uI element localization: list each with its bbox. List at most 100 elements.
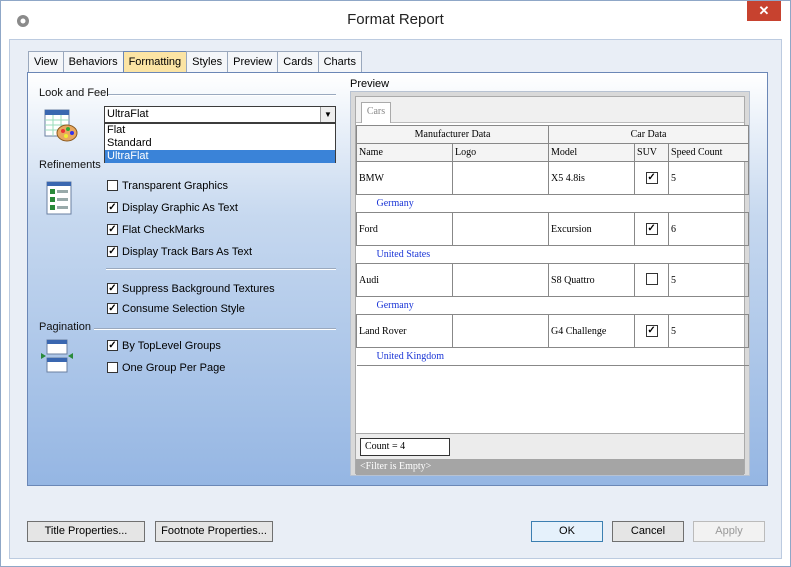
list-item[interactable]: United States [356,245,749,264]
tab-behaviors[interactable]: Behaviors [62,51,124,72]
checkbox-display-graphic-as-text[interactable]: ✓ Display Graphic As Text [107,200,238,215]
cancel-button[interactable]: Cancel [612,521,684,542]
checkbox-label: Display Graphic As Text [122,201,238,214]
refinements-label: Refinements [39,159,101,171]
cell-suv: ✓ [634,212,670,246]
ok-button[interactable]: OK [531,521,603,542]
tab-preview[interactable]: Preview [227,51,279,72]
title-properties-button[interactable]: Title Properties... [27,521,145,542]
table-row[interactable]: Ford Excursion ✓ 6 [356,212,750,246]
checkmark-icon[interactable]: ✓ [645,325,658,337]
cell-country: Germany [356,296,749,315]
checkmark-icon[interactable]: ✓ [107,246,118,257]
checkmark-icon[interactable]: ✓ [107,283,118,294]
column-header-logo[interactable]: Logo [451,143,550,162]
checkbox-label: Consume Selection Style [122,302,245,315]
cell-name: Audi [356,263,453,297]
grid-body: BMW X5 4.8is ✓ 5 Germany Ford Excursion ✓ 6 Unite… [356,161,750,366]
checkbox-by-toplevel-groups[interactable]: ✓ By TopLevel Groups [107,338,221,353]
preview-footer: Count = 4 [356,433,744,459]
look-and-feel-dropdown: Flat Standard UltraFlat [104,123,336,163]
palette-icon [44,109,78,142]
checkbox-label: Display Track Bars As Text [122,245,253,258]
cell-logo [451,314,550,348]
tab-view[interactable]: View [28,51,64,72]
separator [108,94,336,96]
cell-speed-count: 5 [668,314,750,348]
tab-strip: View Behaviors Formatting Styles Preview Card… [28,51,362,73]
title-bar: Format Report ✕ [1,1,790,39]
checkmark-icon[interactable]: ✓ [645,223,658,235]
cell-logo [451,161,550,195]
checkmark-icon[interactable]: ✓ [107,224,118,235]
list-icon [46,181,72,215]
cell-logo [451,212,550,246]
checkbox-label: Transparent Graphics [122,179,228,192]
preview-grid-container: Cars Manufacturer Data Car Data Name Logo… [355,96,750,475]
chevron-down-icon[interactable]: ▼ [320,107,335,122]
cell-country: United States [356,245,749,264]
cell-suv [634,263,670,297]
list-item[interactable]: Germany [356,296,749,315]
checkbox-empty-icon[interactable] [645,272,658,285]
checkbox-transparent-graphics[interactable]: Transparent Graphics [107,178,228,193]
count-summary: Count = 4 [360,438,450,456]
cell-speed-count: 5 [668,161,750,195]
cell-name: Ford [356,212,453,246]
look-and-feel-select[interactable]: UltraFlat ▼ [104,106,336,123]
window-title: Format Report [347,11,444,28]
table-row[interactable]: Land Rover G4 Challenge ✓ 5 [356,314,750,348]
cell-speed-count: 6 [668,212,750,246]
format-report-window: Format Report ✕ View Behaviors Formatting S… [0,0,791,567]
checkmark-icon[interactable]: ✓ [645,172,658,184]
filter-bar[interactable]: <Filter is Empty> [356,459,744,475]
checkbox-label: By TopLevel Groups [122,339,221,352]
tab-charts[interactable]: Charts [317,51,362,72]
checkmark-icon[interactable]: ✓ [107,202,118,213]
checkbox-label: Suppress Background Textures [122,282,275,295]
cell-name: Land Rover [356,314,453,348]
band-header-manufacturer: Manufacturer Data [355,125,550,144]
look-and-feel-label: Look and Feel [39,87,109,99]
checkbox-consume-selection-style[interactable]: ✓ Consume Selection Style [107,301,245,316]
pagination-label: Pagination [39,321,91,333]
cell-logo [451,263,550,297]
cell-model: G4 Challenge [548,314,636,348]
checkmark-icon[interactable]: ✓ [107,340,118,351]
preview-tab-cars[interactable]: Cars [361,102,391,123]
checkbox-one-group-per-page[interactable]: One Group Per Page [107,360,225,375]
option-flat[interactable]: Flat [105,124,335,137]
preview-frame: Cars Manufacturer Data Car Data Name Logo… [350,91,750,476]
checkbox-label: Flat CheckMarks [122,223,205,236]
checkbox-suppress-background-textures[interactable]: ✓ Suppress Background Textures [107,281,275,296]
checkbox-empty-icon[interactable] [107,362,118,373]
cell-suv: ✓ [634,161,670,195]
cell-suv: ✓ [634,314,670,348]
column-header-speed-count[interactable]: Speed Count [668,143,750,162]
close-button[interactable]: ✕ [747,1,781,21]
checkbox-empty-icon[interactable] [107,180,118,191]
option-ultraflat[interactable]: UltraFlat [105,150,335,163]
option-standard[interactable]: Standard [105,137,335,150]
tab-formatting[interactable]: Formatting [122,51,188,73]
checkbox-display-track-bars-as-text[interactable]: ✓ Display Track Bars As Text [107,244,252,259]
footnote-properties-button[interactable]: Footnote Properties... [155,521,273,542]
look-and-feel-value: UltraFlat [107,108,149,120]
preview-grid: Manufacturer Data Car Data Name Logo Model… [355,125,750,366]
list-item[interactable]: Germany [356,194,749,213]
tab-styles[interactable]: Styles [186,51,229,72]
column-header-name[interactable]: Name [356,143,453,162]
tab-cards[interactable]: Cards [277,51,319,72]
cell-country: United Kingdom [356,347,749,366]
formatting-tab-page: Look and Feel UltraFlat ▼ Flat Standard … [27,72,768,486]
apply-button[interactable]: Apply [693,521,765,542]
preview-tab-strip: Cars [356,97,744,123]
column-header-suv[interactable]: SUV [634,143,670,162]
column-header-model[interactable]: Model [548,143,636,162]
table-row[interactable]: BMW X5 4.8is ✓ 5 [356,161,750,195]
checkmark-icon[interactable]: ✓ [107,303,118,314]
table-row[interactable]: Audi S8 Quattro 5 [356,263,750,297]
page-break-icon [41,339,73,373]
checkbox-flat-checkmarks[interactable]: ✓ Flat CheckMarks [107,222,205,237]
list-item[interactable]: United Kingdom [356,347,749,366]
